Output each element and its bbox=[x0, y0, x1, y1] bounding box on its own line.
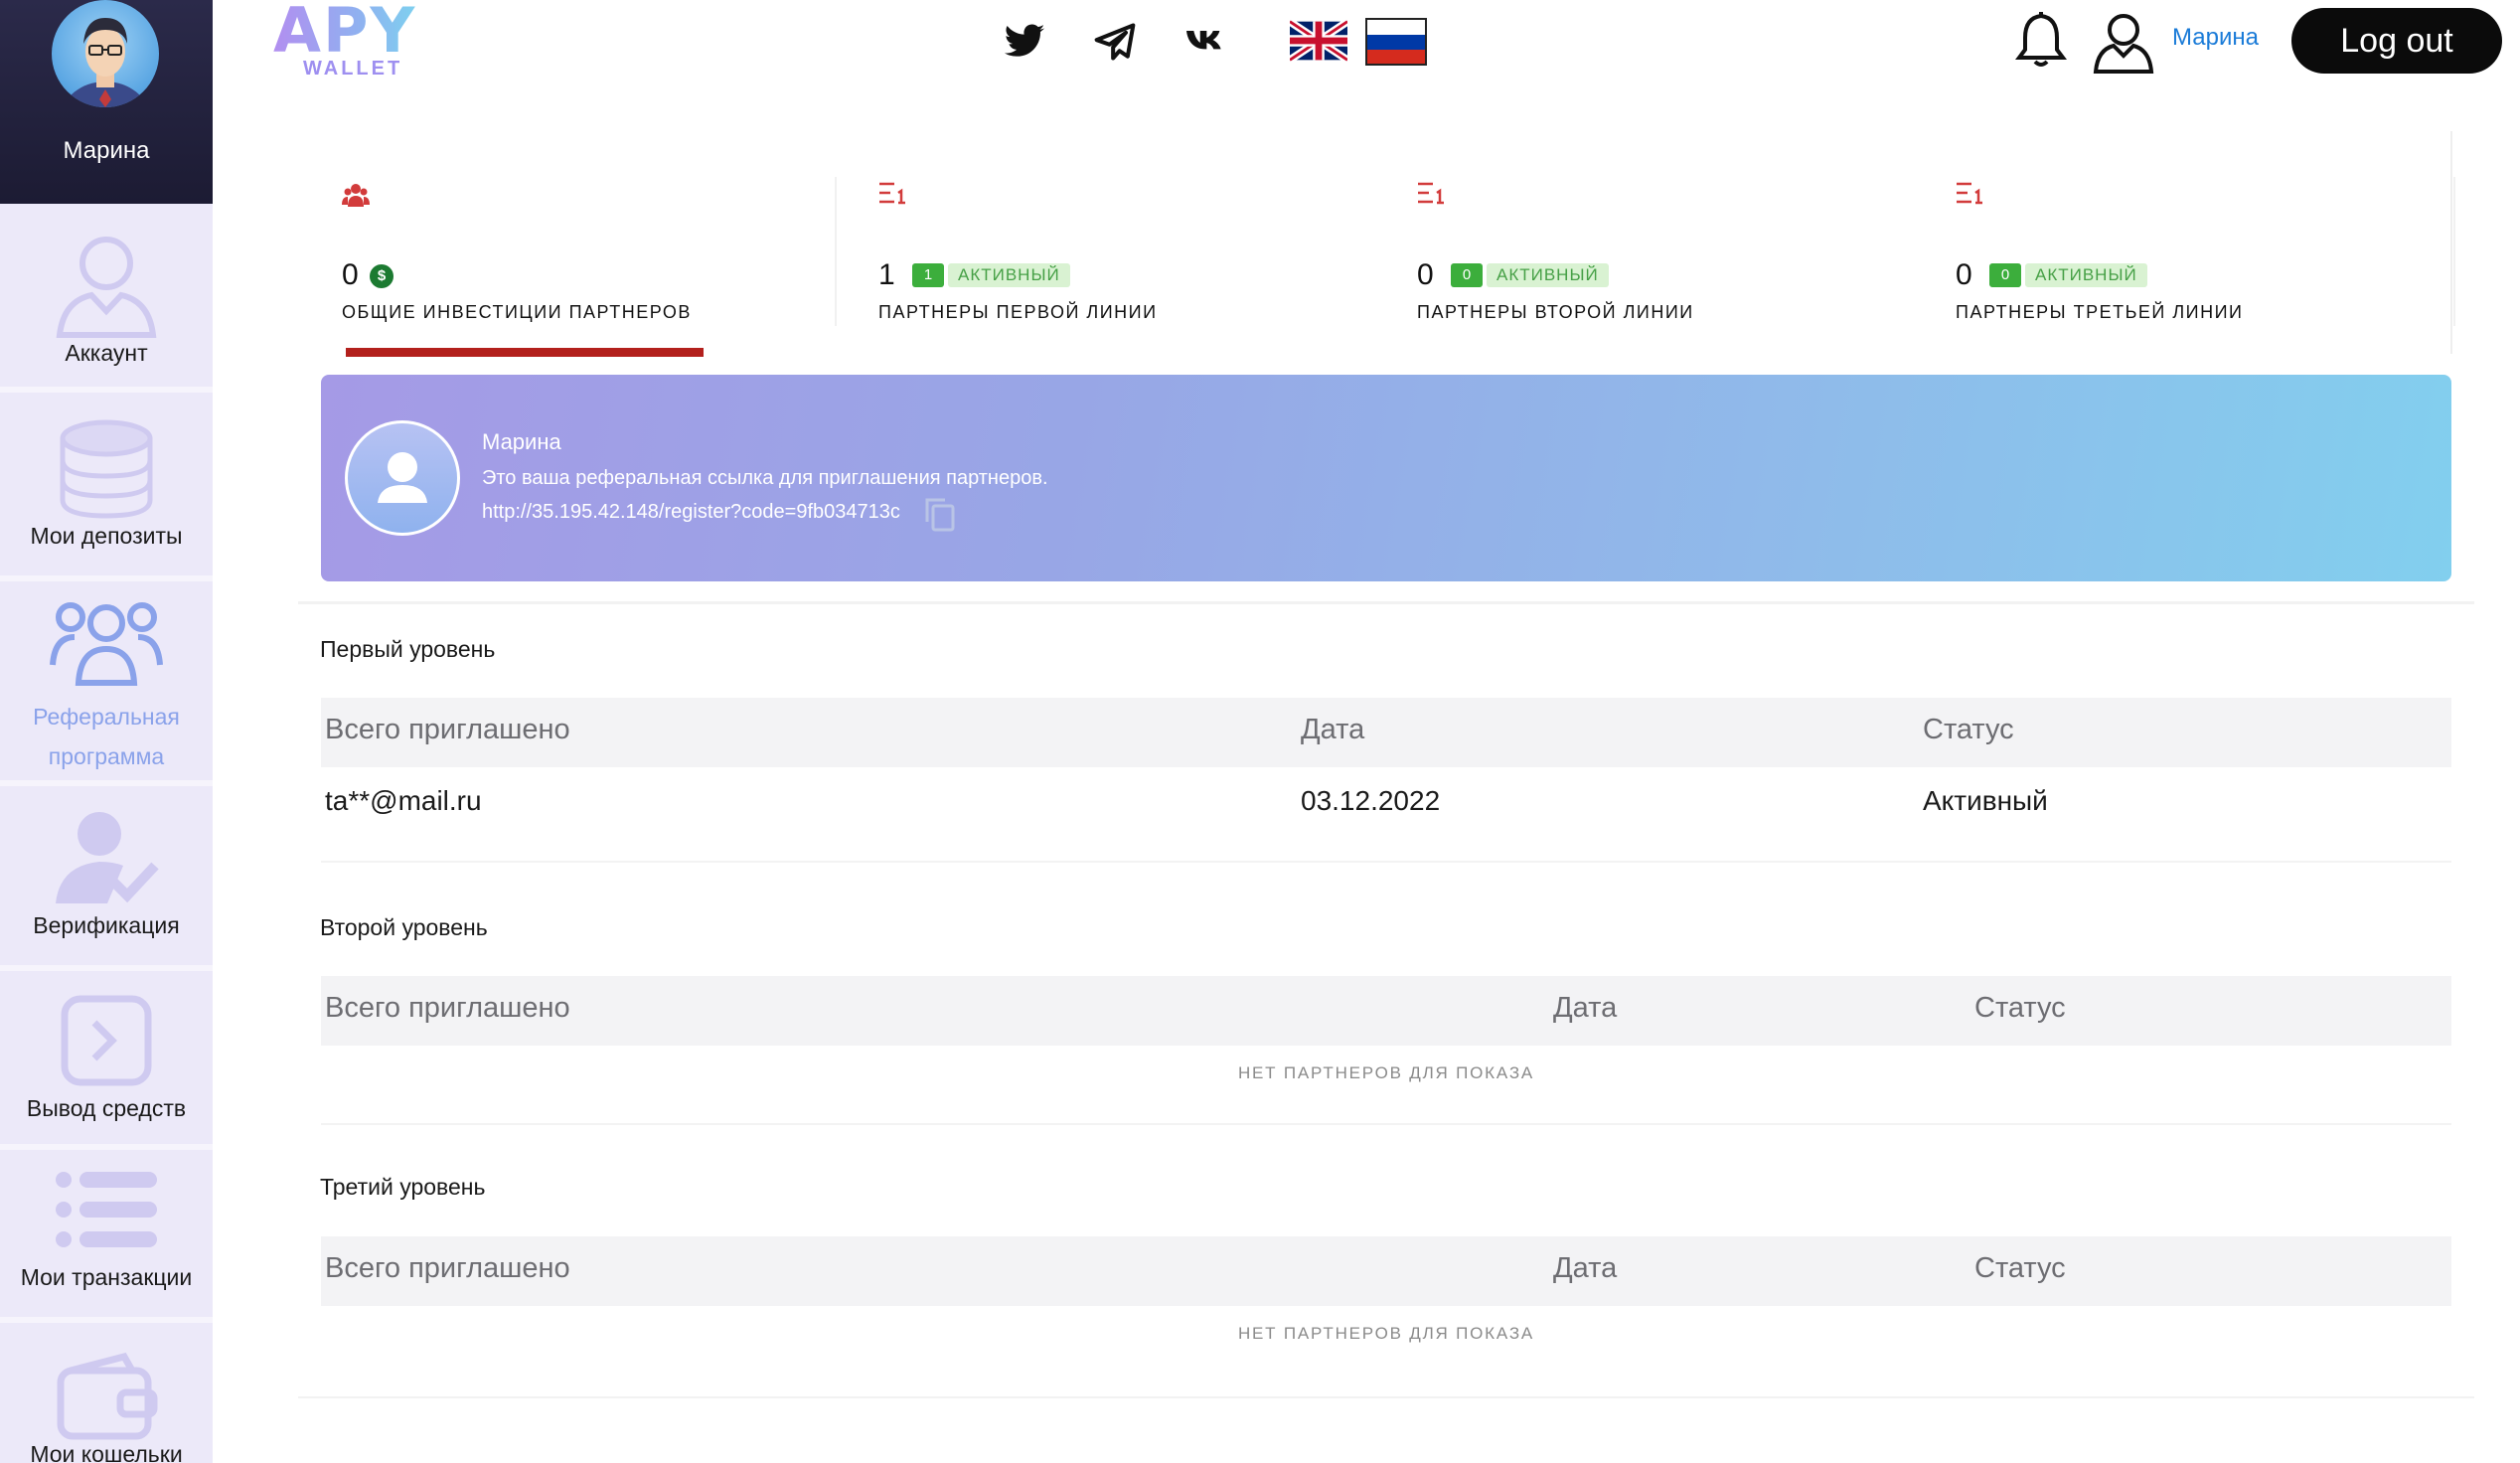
sidebar: Марина Аккаунт Мои депозиты Реферальная … bbox=[0, 0, 213, 1463]
uk-flag-icon[interactable] bbox=[1287, 18, 1350, 64]
ru-flag-icon[interactable] bbox=[1365, 18, 1427, 66]
level-3-table: Всего приглашено Дата Статус НЕТ ПАРТНЕР… bbox=[321, 1236, 2451, 1385]
empty-table-message: НЕТ ПАРТНЕРОВ ДЛЯ ПОКАЗА bbox=[1237, 1063, 1535, 1082]
stat-partner-investments[interactable]: 0 $ ОБЩИЕ ИНВЕСТИЦИИ ПАРТНЕРОВ bbox=[298, 131, 835, 354]
active-status-badge: АКТИВНЫЙ bbox=[2025, 263, 2147, 287]
sidebar-item-referral[interactable]: Реферальная программа bbox=[0, 581, 213, 786]
stats-divider bbox=[2453, 177, 2455, 326]
level-2-title: Второй уровень bbox=[320, 914, 488, 940]
banner-avatar bbox=[345, 420, 460, 536]
cell-date: 03.12.2022 bbox=[1301, 785, 1441, 816]
twitter-icon[interactable] bbox=[1003, 20, 1046, 64]
sidebar-item-label: Верификация bbox=[33, 912, 180, 938]
list-numbered-icon bbox=[1417, 181, 1447, 211]
header-username[interactable]: Марина bbox=[2172, 24, 2259, 52]
column-header-status: Статус bbox=[1974, 992, 2066, 1024]
referral-link[interactable]: http://35.195.42.148/register?code=9fb03… bbox=[482, 501, 900, 524]
table-bottom-border bbox=[321, 861, 2451, 863]
column-header-invited: Всего приглашено bbox=[325, 1252, 570, 1284]
people-icon bbox=[342, 181, 372, 211]
sidebar-item-label: Мои кошельки bbox=[30, 1441, 183, 1463]
stat-value: 1 bbox=[878, 258, 895, 291]
active-tab-underline bbox=[346, 348, 704, 357]
sidebar-item-deposits[interactable]: Мои депозиты bbox=[0, 393, 213, 581]
table-header: Всего приглашено Дата Статус bbox=[321, 698, 2451, 767]
active-status-badge: АКТИВНЫЙ bbox=[948, 263, 1070, 287]
banner-description: Это ваша реферальная ссылка для приглаше… bbox=[482, 467, 1048, 489]
app-root: Марина Аккаунт Мои депозиты Реферальная … bbox=[0, 0, 2520, 1463]
stat-caption: ОБЩИЕ ИНВЕСТИЦИИ ПАРТНЕРОВ bbox=[342, 302, 692, 322]
user-icon[interactable] bbox=[2092, 10, 2155, 74]
stat-third-line[interactable]: 0 0 АКТИВНЫЙ ПАРТНЕРЫ ТРЕТЬЕЙ ЛИНИИ bbox=[1912, 131, 2448, 354]
stat-caption: ПАРТНЕРЫ ВТОРОЙ ЛИНИИ bbox=[1417, 302, 1694, 322]
sidebar-item-label: Вывод средств bbox=[26, 1095, 187, 1121]
sidebar-profile[interactable]: Марина bbox=[0, 0, 213, 204]
stat-first-line[interactable]: 1 1 АКТИВНЫЙ ПАРТНЕРЫ ПЕРВОЙ ЛИНИИ bbox=[835, 131, 1371, 354]
stat-caption: ПАРТНЕРЫ ТРЕТЬЕЙ ЛИНИИ bbox=[1956, 302, 2244, 322]
withdraw-icon bbox=[59, 993, 154, 1093]
wallet-icon bbox=[55, 1352, 158, 1447]
avatar bbox=[52, 0, 159, 107]
empty-table-message: НЕТ ПАРТНЕРОВ ДЛЯ ПОКАЗА bbox=[1237, 1324, 1535, 1343]
table-header: Всего приглашено Дата Статус bbox=[321, 1236, 2451, 1306]
user-outline-icon bbox=[52, 232, 161, 346]
sidebar-item-label: Аккаунт bbox=[65, 340, 148, 366]
sidebar-item-withdraw[interactable]: Вывод средств bbox=[0, 971, 213, 1150]
stat-value: 0 bbox=[342, 258, 359, 291]
column-header-invited: Всего приглашено bbox=[325, 714, 570, 745]
sidebar-profile-name: Марина bbox=[63, 137, 150, 164]
vk-icon[interactable] bbox=[1184, 20, 1228, 64]
cell-status: Активный bbox=[1923, 785, 2048, 816]
sidebar-item-label: Мои депозиты bbox=[30, 523, 183, 549]
content-bottom-border bbox=[298, 1396, 2474, 1398]
active-count-badge: 0 bbox=[1989, 263, 2021, 287]
list-numbered-icon bbox=[1956, 181, 1985, 211]
sidebar-item-account[interactable]: Аккаунт bbox=[0, 204, 213, 393]
telegram-icon[interactable] bbox=[1093, 20, 1137, 64]
active-count-badge: 1 bbox=[912, 263, 944, 287]
level-1-title: Первый уровень bbox=[320, 636, 496, 662]
referral-banner: Марина Это ваша реферальная ссылка для п… bbox=[321, 375, 2451, 581]
group-icon bbox=[49, 591, 164, 696]
column-header-invited: Всего приглашено bbox=[325, 992, 570, 1024]
logout-button[interactable]: Log out bbox=[2291, 8, 2502, 74]
column-header-date: Дата bbox=[1553, 1252, 1618, 1284]
stats-card: 0 $ ОБЩИЕ ИНВЕСТИЦИИ ПАРТНЕРОВ 1 1 АКТИВ… bbox=[298, 131, 2452, 354]
column-header-status: Статус bbox=[1974, 1252, 2066, 1284]
active-count-badge: 0 bbox=[1451, 263, 1483, 287]
user-check-icon bbox=[52, 808, 161, 912]
coin-stack-icon bbox=[52, 414, 161, 529]
list-icon bbox=[54, 1168, 159, 1256]
cell-email: ta**@mail.ru bbox=[325, 785, 482, 816]
active-status-badge: АКТИВНЫЙ bbox=[1487, 263, 1609, 287]
logo-subtext: WALLET bbox=[303, 58, 403, 80]
logo-text: APY bbox=[273, 0, 416, 67]
sidebar-item-transactions[interactable]: Мои транзакции bbox=[0, 1150, 213, 1323]
stats-divider bbox=[835, 177, 837, 326]
level-2-table: Всего приглашено Дата Статус НЕТ ПАРТНЕР… bbox=[321, 976, 2451, 1125]
table-header: Всего приглашено Дата Статус bbox=[321, 976, 2451, 1046]
column-header-status: Статус bbox=[1923, 714, 2014, 745]
copy-icon[interactable] bbox=[923, 496, 957, 532]
stat-caption: ПАРТНЕРЫ ПЕРВОЙ ЛИНИИ bbox=[878, 302, 1158, 322]
bell-icon[interactable] bbox=[2015, 10, 2067, 68]
level-3-title: Третий уровень bbox=[320, 1174, 486, 1200]
sidebar-item-wallets[interactable]: Мои кошельки bbox=[0, 1323, 213, 1463]
level-1-table: Всего приглашено Дата Статус ta**@mail.r… bbox=[321, 698, 2451, 863]
table-bottom-border bbox=[321, 1123, 2451, 1125]
stat-value: 0 bbox=[1956, 258, 1972, 291]
sidebar-item-label: Реферальная программа bbox=[33, 704, 180, 769]
app-logo[interactable]: APY WALLET bbox=[273, 0, 442, 80]
sidebar-item-verification[interactable]: Верификация bbox=[0, 786, 213, 971]
stat-value: 0 bbox=[1417, 258, 1434, 291]
stat-second-line[interactable]: 0 0 АКТИВНЫЙ ПАРТНЕРЫ ВТОРОЙ ЛИНИИ bbox=[1373, 131, 1910, 354]
sidebar-item-label: Мои транзакции bbox=[20, 1264, 193, 1290]
column-header-date: Дата bbox=[1301, 714, 1365, 745]
dollar-icon: $ bbox=[370, 264, 394, 288]
table-row[interactable]: ta**@mail.ru 03.12.2022 Активный bbox=[321, 767, 2451, 837]
list-numbered-icon bbox=[878, 181, 908, 211]
column-header-date: Дата bbox=[1553, 992, 1618, 1024]
banner-username: Марина bbox=[482, 429, 561, 454]
section-divider bbox=[298, 601, 2474, 604]
